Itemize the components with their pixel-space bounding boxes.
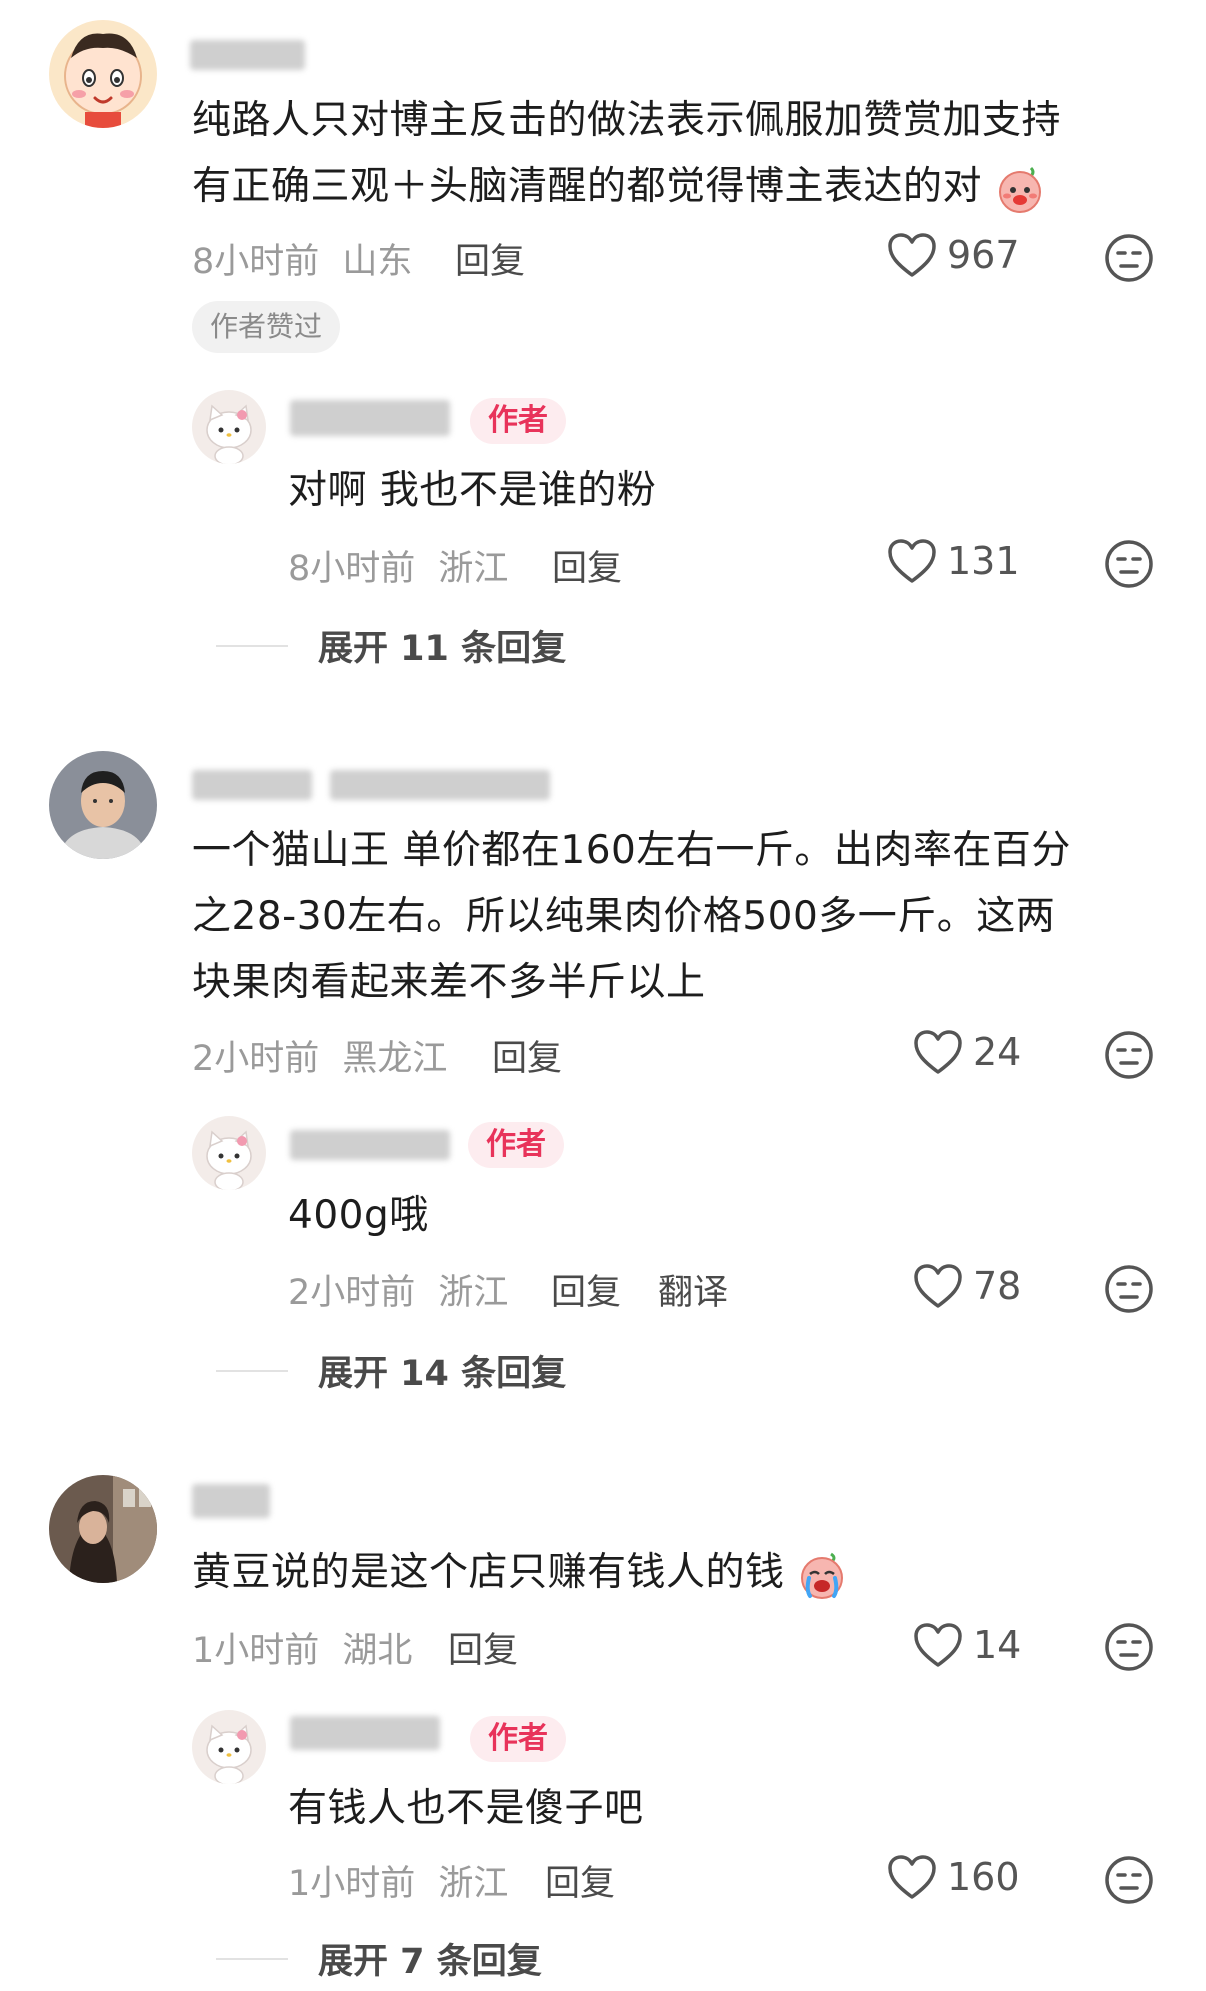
author-tag: 作者 [468,1122,564,1168]
expand-replies-button[interactable]: 展开 7 条回复 [216,1933,542,1984]
username-redacted[interactable] [192,1484,270,1518]
dislike-face-icon[interactable] [1104,1622,1154,1672]
cartoon-avatar-image [49,20,157,128]
avatar[interactable] [49,1475,157,1583]
reply-meta: 8小时前 浙江 [288,540,508,591]
comment-text: 纯路人只对博主反击的做法表示佩服加赞赏加支持 有正确三观＋头脑清醒的都觉得博主表… [192,88,1152,220]
avatar[interactable] [192,1116,266,1190]
comment-meta: 1小时前 湖北 [192,1622,412,1673]
like-count: 14 [973,1623,1022,1667]
translate-button[interactable]: 翻译 [658,1264,728,1315]
avatar[interactable] [192,1710,266,1784]
comment-location: 黑龙江 [342,1039,448,1079]
username-redacted[interactable] [192,770,312,800]
heart-icon [913,1029,963,1075]
dislike-face-icon[interactable] [1104,1264,1154,1314]
username-redacted[interactable] [290,1716,440,1750]
like-button[interactable]: 967 [887,232,1020,278]
reply-text: 有钱人也不是傻子吧 [288,1786,644,1831]
reply-button[interactable]: 回复 [545,1855,615,1906]
comment-meta: 2小时前 黑龙江 [192,1030,447,1081]
comment-time: 1小时前 [192,1631,320,1671]
divider-line [216,1957,288,1960]
kitty-avatar-image [192,1116,266,1190]
comment-location: 湖北 [342,1631,413,1671]
expand-replies-label: 展开 14 条回复 [318,1354,567,1394]
like-count: 131 [947,539,1020,583]
divider-line [216,1369,288,1372]
username-redacted[interactable] [290,400,450,436]
reply-location: 浙江 [438,549,509,589]
comment-location: 山东 [342,242,413,282]
reply-text: 400g哦 [288,1193,429,1238]
reply-time: 8小时前 [288,549,416,589]
avatar[interactable] [49,751,157,859]
reply-time: 1小时前 [288,1864,416,1904]
heart-icon [887,1854,937,1900]
like-count: 78 [973,1264,1022,1308]
expand-replies-label: 展开 11 条回复 [318,629,567,669]
like-count: 160 [947,1855,1020,1899]
author-liked-badge: 作者赞过 [192,301,341,353]
expand-replies-label: 展开 7 条回复 [318,1942,542,1982]
reply-button[interactable]: 回复 [448,1622,518,1673]
like-button[interactable]: 78 [913,1263,1021,1309]
author-tag: 作者 [470,1716,566,1762]
cute-face-emoji-icon [998,166,1041,213]
comment-meta: 8小时前 山东 [192,233,412,284]
reply-meta: 2小时前 浙江 [288,1264,508,1315]
like-count: 24 [973,1030,1022,1074]
like-button[interactable]: 14 [913,1622,1021,1668]
username-redacted[interactable] [190,40,305,70]
like-count: 967 [947,233,1020,277]
comment-time: 8小时前 [192,242,320,282]
man-photo-avatar-image [49,751,157,859]
reply-location: 浙江 [438,1864,509,1904]
dislike-face-icon[interactable] [1104,539,1154,589]
like-button[interactable]: 24 [913,1029,1021,1075]
comment-text: 一个猫山王 单价都在160左右一斤。出肉率在百分 之28-30左右。所以纯果肉价… [192,828,1071,1005]
reply-meta: 1小时前 浙江 [288,1855,508,1906]
reply-location: 浙江 [438,1273,509,1313]
avatar[interactable] [49,20,157,128]
kitty-avatar-image [192,390,266,464]
dislike-face-icon[interactable] [1104,233,1154,283]
expand-replies-button[interactable]: 展开 14 条回复 [216,1345,566,1396]
reply-button[interactable]: 回复 [455,233,525,284]
comment-time: 2小时前 [192,1039,320,1079]
like-button[interactable]: 160 [887,1854,1020,1900]
dislike-face-icon[interactable] [1104,1030,1154,1080]
crying-face-emoji-icon [801,1552,844,1599]
reply-button[interactable]: 回复 [551,1264,621,1315]
username-redacted [330,770,550,800]
kitty-avatar-image [192,1710,266,1784]
heart-icon [887,232,937,278]
heart-icon [887,538,937,584]
divider-line [216,644,288,647]
woman-photo-avatar-image [49,1475,157,1583]
heart-icon [913,1263,963,1309]
like-button[interactable]: 131 [887,538,1020,584]
author-tag: 作者 [470,398,566,444]
heart-icon [913,1622,963,1668]
reply-button[interactable]: 回复 [492,1030,562,1081]
username-redacted[interactable] [290,1130,450,1160]
comment-text: 黄豆说的是这个店只赚有钱人的钱 [192,1540,1152,1606]
dislike-face-icon[interactable] [1104,1855,1154,1905]
avatar[interactable] [192,390,266,464]
reply-time: 2小时前 [288,1273,416,1313]
reply-text: 对啊 我也不是谁的粉 [288,468,657,513]
reply-button[interactable]: 回复 [552,540,622,591]
expand-replies-button[interactable]: 展开 11 条回复 [216,620,566,671]
